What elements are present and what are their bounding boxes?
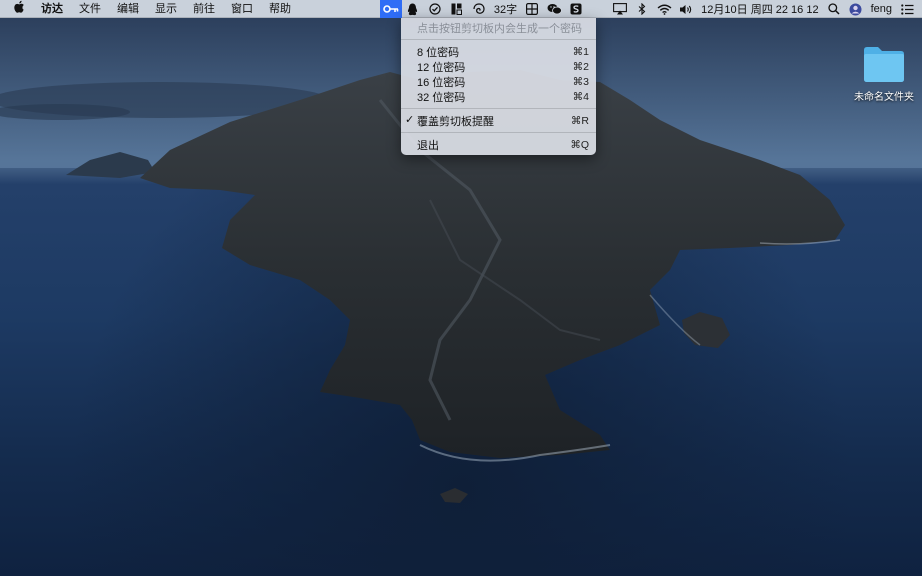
airplay-icon[interactable] <box>609 0 631 18</box>
s-app-icon[interactable] <box>565 0 587 18</box>
wechat-icon[interactable] <box>543 0 565 18</box>
menu-item-16-digit[interactable]: 16 位密码 ⌘3 <box>401 74 596 89</box>
menu-item-label: 退出 <box>417 139 439 152</box>
menu-item-label: 覆盖剪切板提醒 <box>417 115 494 128</box>
menu-item-8-digit[interactable]: 8 位密码 ⌘1 <box>401 44 596 59</box>
folder-label: 未命名文件夹 <box>854 92 914 103</box>
menu-item-12-digit[interactable]: 12 位密码 ⌘2 <box>401 59 596 74</box>
grid-icon[interactable] <box>521 0 543 18</box>
menu-file[interactable]: 文件 <box>71 0 109 18</box>
checkmark-icon: ✓ <box>405 114 415 126</box>
menu-bar: 访达 文件 编辑 显示 前往 窗口 帮助 32字 12月10日 周四 22 16… <box>0 0 922 18</box>
password-menu-dropdown: 点击按钮剪切板内会生成一个密码 8 位密码 ⌘1 12 位密码 ⌘2 16 位密… <box>401 18 596 155</box>
menu-item-shortcut: ⌘3 <box>572 75 589 88</box>
menu-separator <box>401 108 596 109</box>
wifi-icon[interactable] <box>653 0 675 18</box>
desktop-folder[interactable]: 未命名文件夹 <box>852 44 916 103</box>
spotlight-search-icon[interactable] <box>823 0 845 18</box>
swirl-app-icon[interactable] <box>468 0 490 18</box>
user-avatar-icon[interactable] <box>845 0 867 18</box>
apple-icon[interactable] <box>0 0 33 18</box>
menu-item-label: 16 位密码 <box>417 76 466 89</box>
bluetooth-icon[interactable] <box>631 0 653 18</box>
menu-item-shortcut: ⌘Q <box>570 138 589 151</box>
menu-go[interactable]: 前往 <box>185 0 223 18</box>
menu-item-label: 32 位密码 <box>417 91 466 104</box>
word-count-text[interactable]: 32字 <box>490 0 521 18</box>
notification-center-icon[interactable] <box>896 0 918 18</box>
menu-hint-text: 点击按钮剪切板内会生成一个密码 <box>417 22 582 35</box>
menu-item-32-digit[interactable]: 32 位密码 ⌘4 <box>401 89 596 104</box>
volume-icon[interactable] <box>675 0 697 18</box>
menu-item-label: 12 位密码 <box>417 61 466 74</box>
menu-view[interactable]: 显示 <box>147 0 185 18</box>
menu-separator <box>401 132 596 133</box>
panels-icon[interactable] <box>446 0 468 18</box>
menu-help[interactable]: 帮助 <box>261 0 299 18</box>
menu-item-shortcut: ⌘1 <box>572 45 589 58</box>
username-text[interactable]: feng <box>867 0 896 18</box>
menu-item-overwrite-clipboard-alert[interactable]: ✓ 覆盖剪切板提醒 ⌘R <box>401 113 596 128</box>
menu-edit[interactable]: 编辑 <box>109 0 147 18</box>
menu-window[interactable]: 窗口 <box>223 0 261 18</box>
qq-penguin-icon[interactable] <box>402 0 424 18</box>
checkmark-circle-icon[interactable] <box>424 0 446 18</box>
menu-item-quit[interactable]: 退出 ⌘Q <box>401 137 596 152</box>
menu-finder[interactable]: 访达 <box>33 0 71 18</box>
menu-item-label: 8 位密码 <box>417 46 460 59</box>
menu-item-shortcut: ⌘4 <box>572 90 589 103</box>
menu-item-shortcut: ⌘R <box>570 114 589 127</box>
menu-hint: 点击按钮剪切板内会生成一个密码 <box>401 20 596 35</box>
menu-separator <box>401 39 596 40</box>
password-key-icon[interactable] <box>379 0 402 18</box>
menu-item-shortcut: ⌘2 <box>572 60 589 73</box>
datetime-clock[interactable]: 12月10日 周四 22 16 12 <box>697 0 822 18</box>
folder-icon <box>864 47 904 82</box>
